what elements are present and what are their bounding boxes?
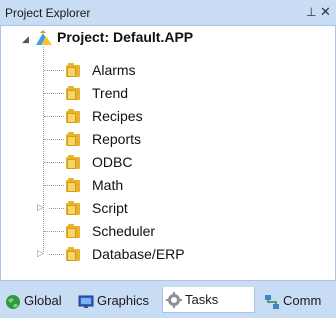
folder-icon	[66, 224, 80, 238]
tree-branch-line	[44, 231, 64, 233]
tab-label: Graphics	[97, 293, 150, 308]
pin-icon[interactable]: ⊥	[306, 5, 316, 19]
close-icon[interactable]: ✕	[320, 4, 331, 20]
tab-global[interactable]: Global	[2, 289, 70, 313]
folder-icon	[66, 132, 80, 146]
tree-item-label: Database/ERP	[92, 246, 185, 262]
folder-icon	[66, 86, 80, 100]
project-tree: ◢ Project: Default.APP Alarms Trend Reci…	[0, 26, 336, 280]
tab-comm[interactable]: Comm	[261, 289, 334, 313]
tab-tasks[interactable]: Tasks	[162, 287, 255, 313]
tree-item-label: Math	[92, 177, 124, 193]
tree-root-project[interactable]: Project: Default.APP	[57, 26, 193, 48]
tree-item-label: Trend	[92, 85, 129, 101]
gear-icon	[166, 292, 182, 308]
network-icon	[265, 295, 279, 309]
tree-item-label: ODBC	[92, 154, 133, 170]
tree-item-label: Reports	[92, 131, 142, 147]
folder-icon	[66, 247, 80, 261]
folder-icon	[66, 109, 80, 123]
tree-item-label: Recipes	[92, 108, 143, 124]
expand-arrow-icon[interactable]: ▷	[37, 248, 44, 259]
tree-branch-line	[44, 185, 64, 187]
tree-branch-line	[44, 70, 64, 72]
tree-branch-line	[44, 162, 64, 164]
tab-label: Global	[24, 293, 62, 308]
tab-label: Tasks	[185, 292, 219, 307]
collapse-arrow-icon[interactable]: ◢	[22, 34, 29, 45]
globe-icon	[6, 295, 20, 309]
tree-branch-line	[49, 254, 64, 256]
project-icon	[36, 30, 52, 45]
tree-item-label: Script	[92, 200, 128, 216]
tree-branch-line	[44, 93, 64, 95]
monitor-icon	[78, 295, 94, 308]
expand-arrow-icon[interactable]: ▷	[37, 202, 44, 213]
tab-graphics[interactable]: Graphics	[75, 289, 157, 313]
tree-connector	[43, 47, 45, 252]
tree-branch-line	[44, 139, 64, 141]
tree-branch-line	[49, 208, 64, 210]
folder-icon	[66, 63, 80, 77]
folder-icon	[66, 201, 80, 215]
panel-tabs: Global Graphics Tasks Comm	[0, 280, 336, 318]
tree-item-label: Alarms	[92, 62, 136, 78]
panel-title: Project Explorer	[5, 6, 91, 20]
tree-item-label: Scheduler	[92, 223, 156, 239]
folder-icon	[66, 178, 80, 192]
tab-label: Comm	[283, 293, 322, 308]
panel-titlebar: Project Explorer ⊥ ✕	[0, 0, 336, 26]
folder-icon	[66, 155, 80, 169]
tree-branch-line	[44, 116, 64, 118]
